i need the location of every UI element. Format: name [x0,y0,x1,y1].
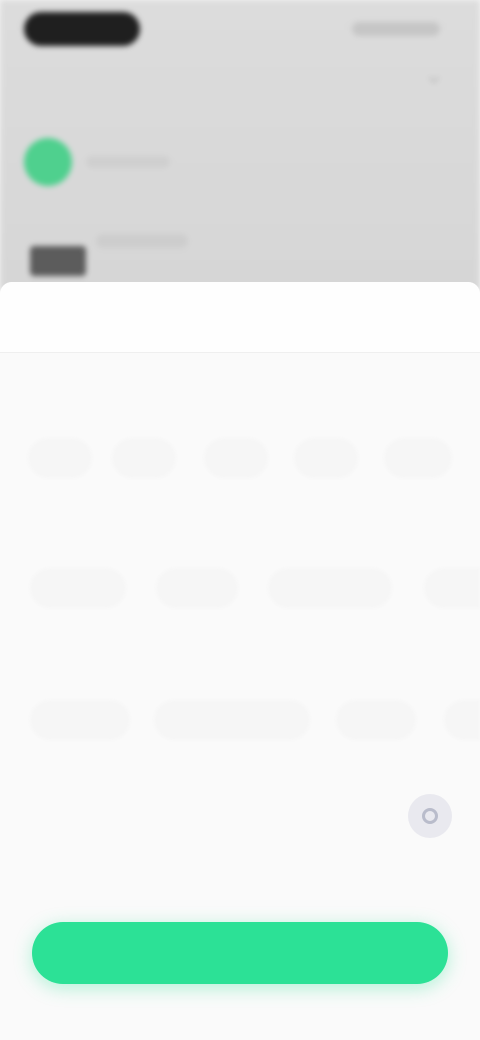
list-item-title [96,234,188,248]
cancel-button[interactable] [24,302,94,330]
toggle-switch[interactable] [408,794,452,838]
background-screen [0,0,480,290]
chevron-down-icon[interactable] [424,70,444,90]
app-title [186,70,294,90]
chip-row [0,700,480,740]
apply-button[interactable] [32,922,448,984]
sheet-header [0,282,480,353]
sheet-title [190,302,290,330]
status-bar-pill [24,12,140,46]
toggle-title [30,782,220,806]
section-title [30,388,130,410]
list-item-thumbnail [30,246,86,276]
avatar [24,138,72,186]
chip-option[interactable] [28,438,92,478]
chip-row [0,438,480,478]
chip-option[interactable] [204,438,268,478]
chip-option[interactable] [424,568,480,608]
reset-button[interactable] [376,302,456,330]
chip-option[interactable] [384,438,452,478]
avatar-label [86,156,170,168]
chip-option[interactable] [154,700,310,740]
section-title [30,520,90,542]
chip-option[interactable] [444,700,480,740]
chip-option[interactable] [294,438,358,478]
status-bar-icons [352,22,440,36]
chip-option[interactable] [268,568,392,608]
section-title [30,652,90,674]
chip-option[interactable] [156,568,238,608]
chevron-down-icon-graphic [428,76,440,84]
chip-option[interactable] [112,438,176,478]
chip-row [0,568,480,608]
radio-icon [422,808,438,824]
chip-option[interactable] [30,568,126,608]
filter-sheet [0,282,480,1040]
chip-option[interactable] [336,700,416,740]
chip-option[interactable] [30,700,130,740]
